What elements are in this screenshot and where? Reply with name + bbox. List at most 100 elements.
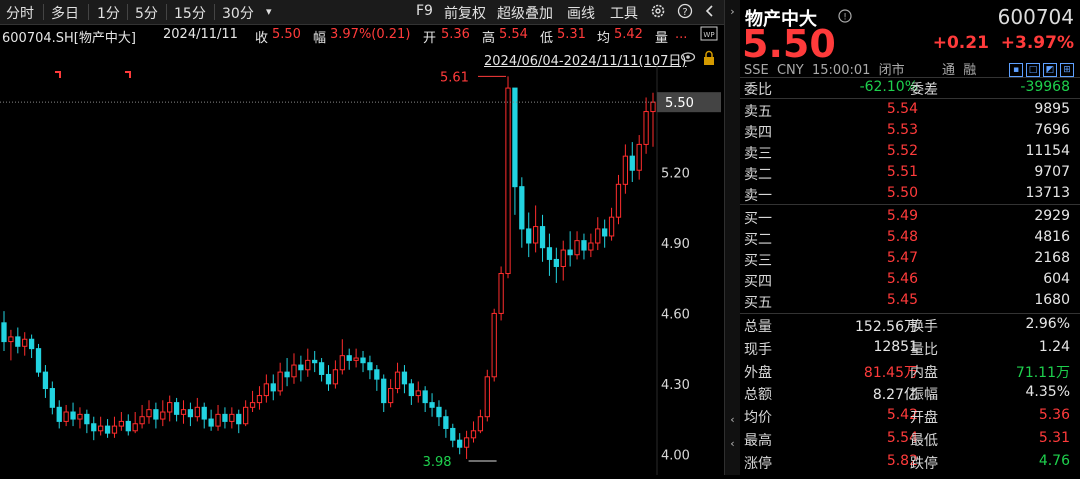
candle-body xyxy=(463,437,470,448)
candle-body xyxy=(8,336,14,343)
candle-body xyxy=(381,378,387,404)
stat-value-2: 4.76 xyxy=(1038,452,1070,469)
candle-body xyxy=(581,240,587,251)
divider xyxy=(740,313,1080,314)
candle-body xyxy=(70,411,76,420)
stat-value-2: 71.11万 xyxy=(1015,364,1070,381)
chart-toolbar: 分时 多日 1分 5分 15分 30分 ▾ F9 前复权 超级叠加 画线 工具 … xyxy=(0,0,724,25)
stat-row: 均价 5.42 开盘 5.36 xyxy=(740,406,1080,426)
chart-mode-icon[interactable]: ◩ xyxy=(1043,62,1057,77)
window-icon[interactable]: □ xyxy=(1026,62,1040,77)
candle-body xyxy=(588,242,594,251)
candle-body xyxy=(450,427,456,441)
period-dropdown[interactable]: ▾ xyxy=(266,5,272,18)
candle-body xyxy=(270,383,276,392)
draw-line-button[interactable]: 画线 xyxy=(567,3,595,23)
quote-date: 2024/11/11 xyxy=(163,27,238,42)
candle-body xyxy=(553,258,559,267)
candle-body xyxy=(132,423,138,432)
pin-icon[interactable]: ▪ xyxy=(1009,62,1023,77)
bid-label: 买一 xyxy=(744,211,772,227)
candle-body xyxy=(201,406,207,420)
candle-body xyxy=(470,430,477,439)
candle-body xyxy=(650,101,656,113)
ask-volume: 11154 xyxy=(1025,143,1070,159)
ask-row[interactable]: 卖一 5.50 13713 xyxy=(740,184,1080,204)
candle-body xyxy=(215,413,221,427)
bid-row[interactable]: 买二 5.48 4816 xyxy=(740,228,1080,248)
candle-body xyxy=(28,338,35,350)
bid-row[interactable]: 买四 5.46 604 xyxy=(740,270,1080,290)
candle-body xyxy=(222,413,228,422)
candle-body xyxy=(567,249,573,256)
ask-row[interactable]: 卖三 5.52 11154 xyxy=(740,142,1080,162)
f9-button[interactable]: F9 xyxy=(416,3,433,19)
ask-label: 卖二 xyxy=(744,167,772,183)
stat-label-2: 量比 xyxy=(910,341,938,358)
y-tick-label: 4.90 xyxy=(661,237,690,252)
ask-row[interactable]: 卖五 5.54 9895 xyxy=(740,100,1080,120)
tab-30min[interactable]: 30分 xyxy=(222,3,254,23)
info-icon[interactable]: ! xyxy=(838,8,852,27)
tab-1min[interactable]: 1分 xyxy=(97,3,120,23)
stat-label: 涨停 xyxy=(744,455,772,472)
tab-5min[interactable]: 5分 xyxy=(135,3,158,23)
divider xyxy=(740,98,1080,99)
candle-body xyxy=(443,416,449,429)
candle-body xyxy=(512,87,518,188)
bid-row[interactable]: 买一 5.49 2929 xyxy=(740,207,1080,227)
adjust-button[interactable]: 前复权 xyxy=(444,3,486,23)
stat-label: 均价 xyxy=(744,410,772,427)
average-label: 均 xyxy=(597,31,611,46)
candle-body xyxy=(643,111,649,145)
stat-value: 152.56万 xyxy=(855,319,918,335)
candle-body xyxy=(498,273,504,314)
collapse-icon[interactable] xyxy=(704,3,716,23)
bid-row[interactable]: 买五 5.45 1680 xyxy=(740,291,1080,311)
more-icon[interactable]: ⊞ xyxy=(1060,62,1074,77)
stat-row: 外盘 81.45万 内盘 71.11万 xyxy=(740,361,1080,381)
ask-price: 5.52 xyxy=(886,143,918,159)
volume-value: ... xyxy=(675,27,688,42)
ask-price: 5.51 xyxy=(886,164,918,180)
bid-price: 5.48 xyxy=(886,229,918,245)
amplitude-value: 3.97%(0.21) xyxy=(330,27,411,42)
candle-body xyxy=(187,409,194,418)
ask-row[interactable]: 卖四 5.53 7696 xyxy=(740,121,1080,141)
candle-body xyxy=(63,411,69,422)
collapse-right-icon[interactable]: › xyxy=(725,5,740,18)
tab-15min[interactable]: 15分 xyxy=(174,3,206,23)
tab-multi-day[interactable]: 多日 xyxy=(51,3,79,23)
wp-icon[interactable]: WP xyxy=(700,26,718,46)
candle-body xyxy=(484,376,490,418)
ask-row[interactable]: 卖二 5.51 9707 xyxy=(740,163,1080,183)
stat-label: 最高 xyxy=(744,433,772,449)
help-icon[interactable]: ? xyxy=(677,3,693,23)
tools-button[interactable]: 工具 xyxy=(610,3,638,23)
bid-volume: 2929 xyxy=(1034,208,1070,224)
candle-body xyxy=(1,322,7,343)
expand-left-icon-2[interactable]: ‹ xyxy=(725,437,740,450)
stat-label-2: 跌停 xyxy=(910,455,938,472)
amplitude-label: 幅 xyxy=(313,31,327,46)
bid-row[interactable]: 买三 5.47 2168 xyxy=(740,249,1080,269)
separator xyxy=(88,4,89,20)
stat-row: 最高 5.54 最低 5.31 xyxy=(740,429,1080,449)
change-percent: +3.97% xyxy=(1000,33,1074,53)
bid-volume: 2168 xyxy=(1034,250,1070,266)
svg-text:!: ! xyxy=(843,13,847,23)
candle-body xyxy=(622,155,629,185)
stat-row: 涨停 5.82 跌停 4.76 xyxy=(740,452,1080,472)
overlay-button[interactable]: 超级叠加 xyxy=(497,3,553,23)
quote-info-bar: 600704.SH[物产中大] 2024/11/11 收 5.50 幅 3.97… xyxy=(0,24,724,46)
gear-icon[interactable] xyxy=(650,3,666,23)
currency: CNY xyxy=(776,63,804,78)
svg-text:WP: WP xyxy=(703,31,714,39)
expand-left-icon[interactable]: ‹ xyxy=(725,413,740,426)
candle-body xyxy=(394,371,401,390)
candlestick-chart[interactable]: 5.20 4.90 4.60 4.30 4.00 5.50 5.61 3.98 xyxy=(0,66,724,475)
ask-volume: 9895 xyxy=(1034,101,1070,117)
stat-row: 现手 12851 量比 1.24 xyxy=(740,338,1080,358)
max-price-label: 5.61 xyxy=(440,70,469,85)
tab-intraday[interactable]: 分时 xyxy=(6,3,34,23)
